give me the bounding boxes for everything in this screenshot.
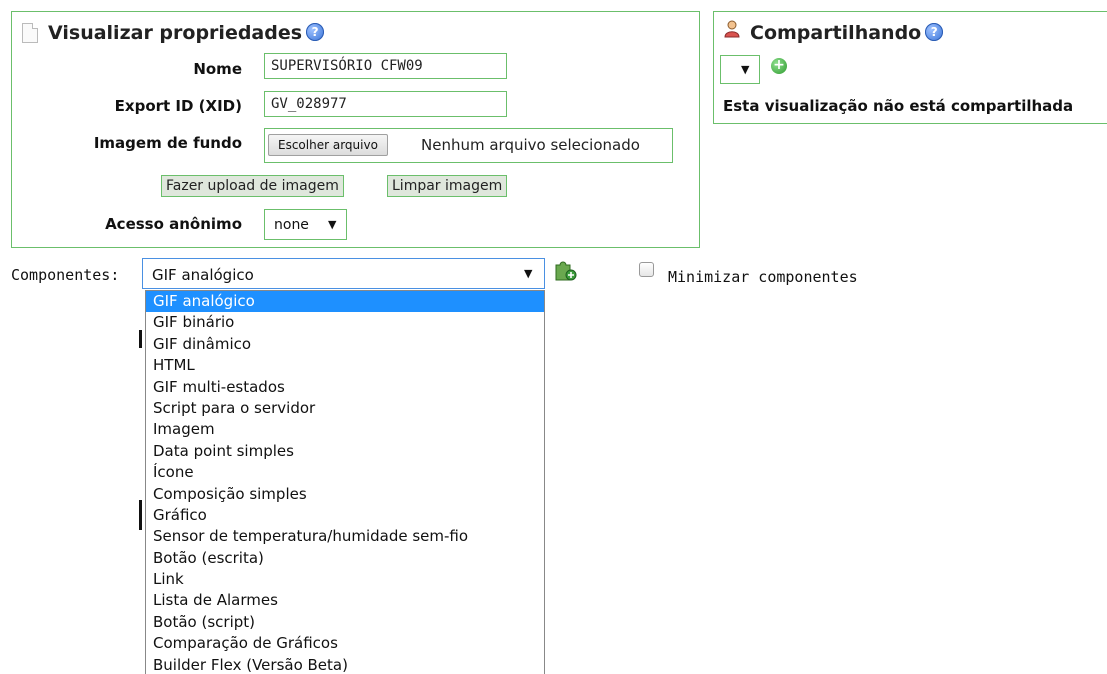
sharing-status-text: Esta visualização não está compartilhada	[723, 97, 1074, 115]
dropdown-option[interactable]: Botão (escrita)	[146, 548, 544, 569]
dropdown-option[interactable]: Script para o servidor	[146, 398, 544, 419]
dropdown-option[interactable]: Gráfico	[146, 505, 544, 526]
dropdown-option[interactable]: Botão (script)	[146, 612, 544, 633]
background-image-label: Imagem de fundo	[93, 134, 242, 152]
add-share-icon[interactable]: +	[771, 58, 787, 74]
dropdown-option[interactable]: GIF dinâmico	[146, 334, 544, 355]
properties-title: Visualizar propriedades?	[48, 22, 325, 44]
upload-image-button[interactable]: Fazer upload de imagem	[161, 175, 344, 197]
dropdown-option[interactable]: Imagem	[146, 419, 544, 440]
dropdown-option[interactable]: Composição simples	[146, 484, 544, 505]
chevron-down-icon: ▼	[524, 267, 533, 280]
dropdown-option[interactable]: Comparação de Gráficos	[146, 633, 544, 654]
components-label: Componentes:	[11, 266, 120, 284]
dropdown-option[interactable]: Lista de Alarmes	[146, 590, 544, 611]
dropdown-option[interactable]: GIF binário	[146, 312, 544, 333]
clear-image-button[interactable]: Limpar imagem	[387, 175, 508, 197]
properties-panel: Visualizar propriedades? Nome SUPERVISÓR…	[11, 11, 700, 248]
dropdown-option[interactable]: Ícone	[146, 462, 544, 483]
dropdown-option[interactable]: Link	[146, 569, 544, 590]
document-icon	[22, 23, 38, 43]
chevron-down-icon: ▼	[741, 63, 750, 76]
background-edge	[139, 330, 142, 348]
sharing-title: Compartilhando?	[750, 22, 944, 44]
dropdown-option[interactable]: Data point simples	[146, 441, 544, 462]
dropdown-option[interactable]: HTML	[146, 355, 544, 376]
background-edge	[139, 500, 142, 530]
sharing-panel: Compartilhando? ▼ + Esta visualização nã…	[713, 11, 1107, 124]
add-component-icon[interactable]	[553, 259, 577, 281]
name-field[interactable]: SUPERVISÓRIO CFW09	[264, 53, 507, 79]
dropdown-option[interactable]: GIF analógico	[146, 291, 544, 313]
choose-file-button[interactable]: Escolher arquivo	[268, 134, 388, 156]
anonymous-access-value: none	[274, 217, 309, 233]
share-user-select[interactable]: ▼	[720, 55, 760, 84]
dropdown-option[interactable]: Builder Flex (Versão Beta)	[146, 655, 544, 674]
components-dropdown-list[interactable]: GIF analógico GIF binário GIF dinâmico H…	[145, 290, 545, 674]
xid-label: Export ID (XID)	[114, 97, 242, 115]
xid-field[interactable]: GV_028977	[264, 91, 507, 117]
minimize-components-label: Minimizar componentes	[668, 268, 858, 286]
properties-title-text: Visualizar propriedades	[48, 22, 303, 44]
chevron-down-icon: ▼	[328, 218, 337, 231]
name-label: Nome	[193, 60, 242, 78]
no-file-text: Nenhum arquivo selecionado	[421, 136, 640, 154]
help-icon[interactable]: ?	[306, 23, 325, 41]
anonymous-access-select[interactable]: none ▼	[264, 209, 347, 240]
dropdown-option[interactable]: GIF multi-estados	[146, 377, 544, 398]
components-selected-value: GIF analógico	[152, 266, 254, 284]
help-icon[interactable]: ?	[925, 23, 944, 41]
minimize-components-checkbox[interactable]	[639, 262, 654, 277]
dropdown-option[interactable]: Sensor de temperatura/humidade sem-fio	[146, 526, 544, 547]
anonymous-access-label: Acesso anônimo	[105, 215, 242, 233]
user-icon	[724, 20, 740, 38]
components-select[interactable]: GIF analógico ▼	[142, 258, 545, 289]
file-input[interactable]: Escolher arquivo Nenhum arquivo selecion…	[264, 128, 673, 163]
sharing-title-text: Compartilhando	[750, 22, 922, 44]
